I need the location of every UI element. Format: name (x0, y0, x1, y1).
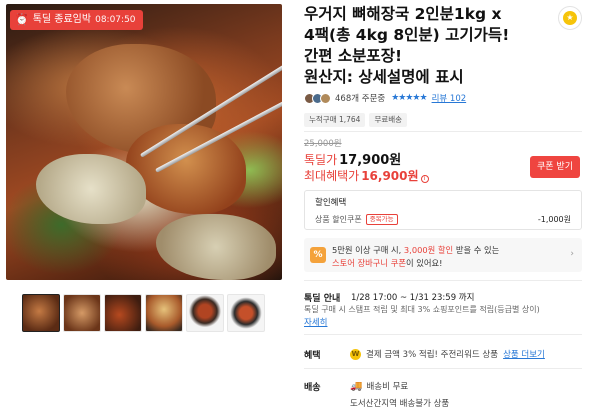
promo-line-2: 스토어 장바구니 쿠폰이 있어요! (332, 257, 442, 269)
promo-text: 5만원 이상 구매 시, (332, 245, 404, 255)
discount-benefit-box: 할인혜택 상품 할인쿠폰 중복가능 -1,000원 (304, 190, 582, 230)
title-line: 간편 소분포장! (304, 47, 403, 65)
max-benefit-row: 최대혜택가 16,900원 i (304, 167, 429, 184)
order-count: 468개 주문중 (335, 94, 386, 104)
divider (304, 131, 582, 132)
deal-countdown-badge: ⏰ 톡딜 종료임박 08:07:50 (10, 10, 143, 30)
shipping-restriction: 도서산간지역 배송불가 상품 (350, 399, 450, 409)
deal-info-more-link[interactable]: 자세히 (304, 316, 327, 328)
promo-highlight: 스토어 장바구니 쿠폰 (332, 258, 406, 268)
deal-badge-timer: 08:07:50 (95, 15, 136, 25)
thumbnail[interactable] (227, 294, 265, 332)
more-products-link[interactable]: 상품 더보기 (503, 348, 545, 360)
favorite-button[interactable]: ★ (558, 6, 582, 30)
deal-info-label: 톡딜 안내 (304, 294, 341, 304)
get-coupon-button[interactable]: 쿠폰 받기 (530, 156, 580, 178)
product-chips: 누적구매 1,764 무료배송 (304, 113, 408, 127)
original-price: 25,000원 (304, 139, 342, 149)
discount-amount: -1,000원 (537, 215, 571, 224)
divider (304, 368, 582, 369)
deal-price-label: 톡딜가 (304, 153, 338, 167)
deal-info-description: 톡딜 구매 시 스탬프 적립 및 최대 3% 쇼핑포인트를 적립(등급별 상이) (304, 305, 540, 314)
deal-period: 1/28 17:00 ~ 1/31 23:59 까지 (351, 293, 475, 303)
thumbnail-strip (22, 294, 265, 332)
truck-icon: 🚚 (350, 380, 363, 392)
rating-stars: ★★★★★ (391, 93, 427, 103)
thumbnail[interactable] (186, 294, 224, 332)
promo-text: 받을 수 있는 (453, 245, 500, 255)
thumbnail[interactable] (104, 294, 142, 332)
food-piece (156, 214, 276, 280)
title-line: 우거지 뼈해장국 2인분1kg x (304, 5, 502, 23)
shipping-row: 🚚 배송비 무료 (350, 380, 409, 393)
review-summary: 468개 주문중 ★★★★★ 리뷰 102 (304, 92, 466, 104)
shipping-fee: 배송비 무료 (366, 382, 409, 392)
clock-icon: ⏰ (15, 13, 29, 26)
stackable-tag: 중복가능 (365, 214, 398, 225)
benefit-row: W 결제 금액 3% 적립! 주전리워드 상품 상품 더보기 (350, 348, 545, 360)
title-line: 원산지: 상세설명에 표시 (304, 68, 464, 86)
review-count-link[interactable]: 리뷰 102 (432, 92, 467, 104)
thumbnail[interactable] (145, 294, 183, 332)
buyer-avatars (304, 92, 331, 104)
cart-coupon-promo[interactable]: % 5만원 이상 구매 시, 3,000원 할인 받을 수 있는 스토어 장바구… (304, 238, 582, 272)
food-piece (36, 154, 146, 224)
percent-icon: % (310, 247, 326, 263)
discount-title: 할인혜택 (315, 198, 347, 208)
title-line: 4팩(총 4kg 8인분) 고기가득! (304, 26, 510, 44)
max-benefit-price: 16,900원 (361, 169, 419, 183)
thumbnail[interactable] (22, 294, 60, 332)
free-shipping-chip: 무료배송 (369, 113, 408, 127)
discount-item-label: 상품 할인쿠폰 (315, 215, 362, 224)
reward-coin-icon: W (350, 348, 361, 360)
benefit-label: 혜택 (304, 351, 321, 361)
promo-line-1: 5만원 이상 구매 시, 3,000원 할인 받을 수 있는 (332, 244, 499, 256)
divider (304, 280, 582, 281)
promo-highlight: 3,000원 할인 (403, 245, 454, 255)
thumbnail[interactable] (63, 294, 101, 332)
max-benefit-label: 최대혜택가 (304, 169, 360, 183)
coin-favorite-icon: ★ (563, 11, 577, 25)
cumulative-purchase-chip: 누적구매 1,764 (304, 113, 366, 127)
main-product-image[interactable]: ⏰ 톡딜 종료임박 08:07:50 (6, 4, 282, 280)
deal-price-row: 톡딜가 17,900원 (304, 149, 401, 168)
info-icon[interactable]: i (420, 175, 429, 183)
benefit-text: 결제 금액 3% 적립! 주전리워드 상품 (366, 350, 499, 360)
discount-row: 상품 할인쿠폰 중복가능 -1,000원 (315, 214, 571, 225)
chevron-right-icon: › (570, 249, 574, 259)
divider (304, 334, 582, 335)
avatar (320, 92, 331, 104)
shipping-label: 배송 (304, 383, 321, 393)
deal-badge-label: 톡딜 종료임박 (32, 14, 92, 25)
deal-price: 17,900원 (339, 153, 402, 168)
promo-text: 이 있어요! (405, 258, 443, 268)
product-title: 우거지 뼈해장국 2인분1kg x 4팩(총 4kg 8인분) 고기가득! 간편… (304, 4, 552, 88)
